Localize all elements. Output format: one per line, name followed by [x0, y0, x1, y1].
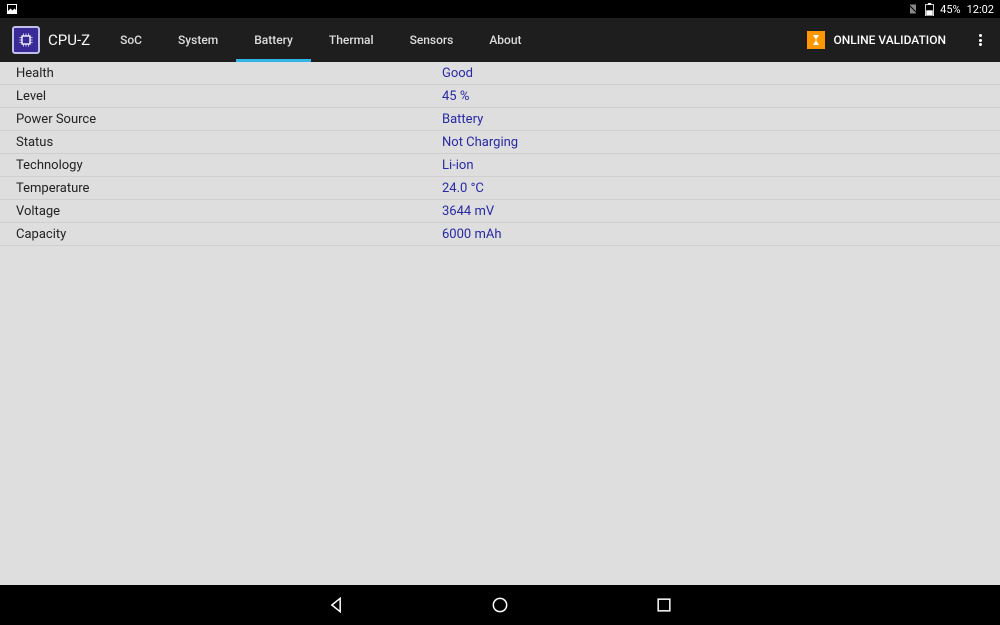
info-value: 3644 mV — [442, 204, 494, 219]
battery-info-panel: HealthGoodLevel45 %Power SourceBatterySt… — [0, 62, 1000, 585]
info-row: HealthGood — [0, 62, 1000, 85]
tab-battery[interactable]: Battery — [236, 18, 311, 62]
info-row: Temperature24.0 °C — [0, 177, 1000, 200]
tab-label: Battery — [254, 33, 293, 47]
info-label: Technology — [16, 158, 442, 173]
tab-label: Sensors — [410, 33, 454, 47]
info-row: TechnologyLi-ion — [0, 154, 1000, 177]
info-label: Power Source — [16, 112, 442, 127]
action-bar: CPU-Z SoC System Battery Thermal Sensors Abou… — [0, 18, 1000, 62]
image-icon — [6, 3, 18, 15]
tab-label: SoC — [120, 33, 142, 47]
recents-button[interactable] — [652, 593, 676, 617]
tab-sensors[interactable]: Sensors — [392, 18, 472, 62]
info-row: Capacity6000 mAh — [0, 223, 1000, 246]
battery-pct-label: 45% — [940, 3, 960, 16]
validation-icon — [807, 31, 825, 49]
back-icon — [326, 595, 346, 615]
tab-system[interactable]: System — [160, 18, 236, 62]
vertical-dots-icon — [979, 33, 982, 48]
info-row: Voltage3644 mV — [0, 200, 1000, 223]
no-sim-icon — [907, 3, 919, 15]
info-label: Status — [16, 135, 442, 150]
info-row: Power SourceBattery — [0, 108, 1000, 131]
info-row: StatusNot Charging — [0, 131, 1000, 154]
info-value: Not Charging — [442, 135, 518, 150]
recents-icon — [654, 595, 674, 615]
info-value: 6000 mAh — [442, 227, 502, 242]
info-value: Battery — [442, 112, 483, 127]
back-button[interactable] — [324, 593, 348, 617]
online-validation-label: ONLINE VALIDATION — [833, 33, 946, 47]
info-label: Voltage — [16, 204, 442, 219]
tab-soc[interactable]: SoC — [102, 18, 160, 62]
info-value: 45 % — [442, 89, 469, 104]
tab-label: About — [489, 33, 521, 47]
overflow-menu-button[interactable] — [960, 18, 1000, 62]
tabs: SoC System Battery Thermal Sensors About — [102, 18, 539, 62]
tab-thermal[interactable]: Thermal — [311, 18, 392, 62]
home-button[interactable] — [488, 593, 512, 617]
app-identity: CPU-Z — [0, 18, 102, 62]
info-value: 24.0 °C — [442, 181, 484, 196]
status-bar: 45% 12:02 — [0, 0, 1000, 18]
tab-label: Thermal — [329, 33, 374, 47]
info-label: Health — [16, 66, 442, 81]
info-label: Temperature — [16, 181, 442, 196]
battery-icon — [925, 3, 934, 16]
info-row: Level45 % — [0, 85, 1000, 108]
app-icon — [12, 26, 40, 54]
info-value: Li-ion — [442, 158, 474, 173]
nav-bar — [0, 585, 1000, 625]
app-title: CPU-Z — [48, 31, 90, 49]
info-value: Good — [442, 66, 473, 81]
tab-label: System — [178, 33, 218, 47]
info-label: Capacity — [16, 227, 442, 242]
time-label: 12:02 — [967, 3, 994, 16]
home-icon — [490, 595, 510, 615]
tab-about[interactable]: About — [471, 18, 539, 62]
online-validation-button[interactable]: ONLINE VALIDATION — [793, 18, 960, 62]
info-label: Level — [16, 89, 442, 104]
